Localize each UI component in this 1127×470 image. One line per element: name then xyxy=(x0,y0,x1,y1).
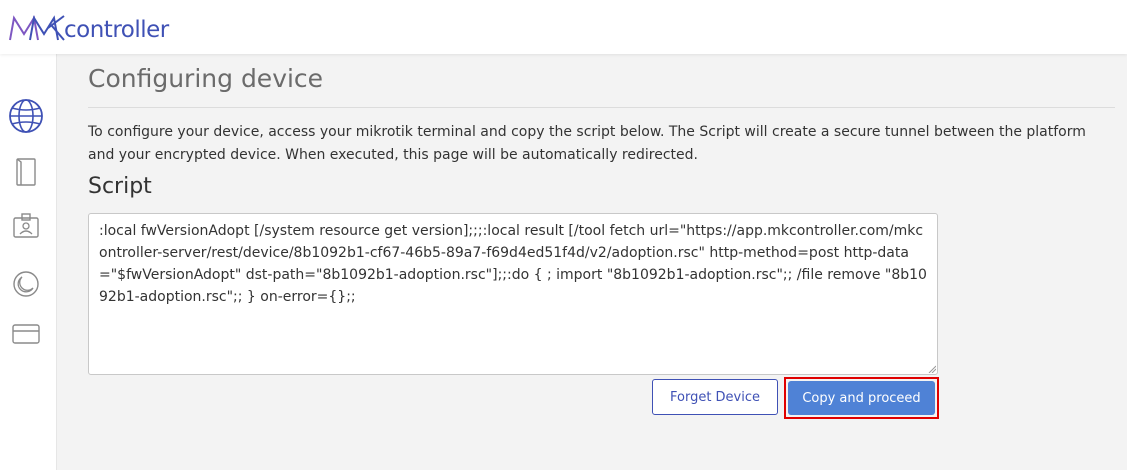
script-textarea[interactable] xyxy=(88,213,938,375)
moon-icon xyxy=(13,271,39,297)
title-divider xyxy=(88,107,1115,108)
book-icon xyxy=(16,158,36,186)
sidebar xyxy=(0,54,57,470)
credit-card-icon xyxy=(12,324,40,344)
copy-and-proceed-button[interactable]: Copy and proceed xyxy=(788,381,935,415)
id-badge-icon xyxy=(13,213,39,238)
main-content: Configuring device To configure your dev… xyxy=(88,54,1116,470)
forget-device-button[interactable]: Forget Device xyxy=(652,379,778,415)
instructions-text: To configure your device, access your mi… xyxy=(88,124,1086,163)
sidebar-item-card[interactable] xyxy=(8,316,44,352)
sidebar-item-book[interactable] xyxy=(8,154,44,190)
mk-logo-icon xyxy=(9,15,65,41)
globe-icon xyxy=(9,99,43,133)
page-title: Configuring device xyxy=(88,64,324,93)
sidebar-item-moon[interactable] xyxy=(8,266,44,302)
resize-grip-icon[interactable] xyxy=(928,365,936,373)
sidebar-item-badge[interactable] xyxy=(8,208,44,244)
sidebar-item-globe[interactable] xyxy=(8,98,44,134)
top-bar: controller xyxy=(0,0,1127,54)
script-heading: Script xyxy=(88,174,152,199)
logo-text: controller xyxy=(64,17,169,43)
app-logo[interactable]: controller xyxy=(8,12,169,44)
